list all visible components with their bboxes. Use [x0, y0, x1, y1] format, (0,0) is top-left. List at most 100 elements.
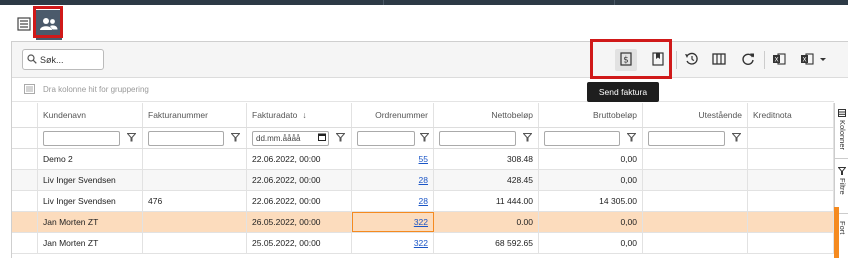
row-spacer [12, 233, 38, 253]
filter-input-fakturanummer[interactable] [148, 130, 224, 146]
column-header-label: Ordrenummer [375, 110, 428, 120]
filter-input-ordrenummer[interactable] [357, 130, 415, 146]
column-header-fakturanummer[interactable]: Fakturanummer [143, 103, 247, 127]
cell-kreditnota [748, 170, 834, 190]
filter-input-kundenavn[interactable] [43, 130, 120, 146]
list-icon [17, 17, 31, 33]
cell-text: 476 [148, 196, 163, 206]
filter-cell [143, 128, 247, 148]
table-row[interactable]: Jan Morten ZT 25.05.2022, 00:00 322 68 592.… [12, 233, 834, 254]
side-tab-divider [835, 158, 848, 159]
filter-icon[interactable] [419, 133, 430, 144]
column-header-kreditnota[interactable]: Kreditnota [748, 103, 834, 127]
cell-brutto: 0,00 [539, 212, 643, 232]
cell-text: Jan Morten ZT [43, 217, 99, 227]
cell-utestaende [643, 233, 748, 253]
cell-kundenavn: Jan Morten ZT [38, 233, 143, 253]
cell-utestaende [643, 170, 748, 190]
filter-cell [352, 128, 434, 148]
cell-netto: 308.48 [434, 149, 539, 169]
cell-brutto: 0,00 [539, 233, 643, 253]
cell-text: 308.48 [507, 154, 533, 164]
filter-input-nettobelop[interactable] [439, 130, 516, 146]
group-drop-zone[interactable]: Dra kolonne hit for gruppering [12, 78, 834, 102]
filter-icon[interactable] [335, 133, 346, 144]
column-header-nettobelop[interactable]: Nettobeløp [434, 103, 539, 127]
side-tab-label: Filtre [838, 178, 847, 195]
cell-fakturadato: 26.05.2022, 00:00 [247, 212, 352, 232]
filter-icon[interactable] [522, 133, 533, 144]
filter-tab-icon [837, 167, 847, 175]
order-number-link[interactable]: 28 [419, 175, 428, 185]
filter-input-bruttobelop[interactable] [544, 130, 620, 146]
table-header-row: Kundenavn Fakturanummer Fakturadato ↓ Or… [12, 103, 834, 128]
column-header-ordrenummer[interactable]: Ordrenummer [352, 103, 434, 127]
filter-cell [643, 128, 748, 148]
table-row[interactable]: Demo 2 22.06.2022, 00:00 55 308.48 0,00 [12, 149, 834, 170]
svg-text:X: X [802, 57, 806, 64]
cell-text: Jan Morten ZT [43, 238, 99, 248]
cell-text: 0,00 [620, 238, 637, 248]
refresh-button[interactable] [737, 49, 759, 71]
filter-icon[interactable] [230, 133, 241, 144]
cell-text: 428.45 [507, 175, 533, 185]
date-filter-placeholder: dd.mm.åååå [256, 133, 301, 143]
table-row[interactable]: Liv Inger Svendsen 476 22.06.2022, 00:00 28… [12, 191, 834, 212]
cell-ordrenummer: 28 [352, 191, 434, 211]
column-header-bruttobelop[interactable]: Bruttobeløp [539, 103, 643, 127]
search-input[interactable]: Søk... [22, 49, 104, 70]
filter-cell [434, 128, 539, 148]
filter-icon[interactable] [626, 133, 637, 144]
cell-fakturadato: 22.06.2022, 00:00 [247, 149, 352, 169]
side-tab-columns[interactable]: Kolonner [837, 109, 848, 150]
filter-icon[interactable] [126, 133, 137, 144]
order-number-link[interactable]: 322 [414, 238, 428, 248]
cell-fakturanummer: 476 [143, 191, 247, 211]
excel-dropdown-icon: X [800, 52, 830, 68]
group-icon [24, 83, 35, 96]
column-header-label: Utestående [698, 110, 742, 120]
vertical-scrollbar[interactable] [834, 207, 839, 258]
grid-toolbar: Søk... $ X X [12, 42, 848, 78]
table-row[interactable]: Liv Inger Svendsen 22.06.2022, 00:00 28 428… [12, 170, 834, 191]
cell-fakturanummer [143, 233, 247, 253]
cell-netto: 428.45 [434, 170, 539, 190]
cell-netto: 11 444.00 [434, 191, 539, 211]
order-number-link[interactable]: 28 [419, 196, 428, 206]
filter-input-utestaende[interactable] [648, 130, 725, 146]
excel-export-menu-button[interactable]: X [798, 49, 832, 71]
calendar-icon[interactable] [318, 133, 326, 143]
table-row[interactable]: Jan Morten ZT 26.05.2022, 00:00 322 0.00 0,0… [12, 212, 834, 233]
cell-kundenavn: Jan Morten ZT [38, 212, 143, 232]
cell-ordrenummer: 55 [352, 149, 434, 169]
cell-fakturadato: 25.05.2022, 00:00 [247, 233, 352, 253]
order-number-link[interactable]: 322 [414, 217, 428, 227]
cell-text: 0,00 [620, 154, 637, 164]
highlight-box [590, 39, 672, 79]
history-button[interactable] [680, 49, 702, 71]
columns-button[interactable] [708, 49, 730, 71]
filter-cell: dd.mm.åååå [247, 128, 352, 148]
cell-text: 0,00 [620, 217, 637, 227]
filter-icon[interactable] [731, 133, 742, 144]
filter-input-fakturadato[interactable]: dd.mm.åååå [252, 130, 329, 146]
cell-fakturanummer [143, 149, 247, 169]
cell-fakturanummer [143, 170, 247, 190]
cell-text: 22.06.2022, 00:00 [252, 154, 321, 164]
cell-kundenavn: Demo 2 [38, 149, 143, 169]
cell-brutto: 0,00 [539, 149, 643, 169]
column-header-utestaende[interactable]: Utestående [643, 103, 748, 127]
cell-text: Demo 2 [43, 154, 73, 164]
order-number-link[interactable]: 55 [419, 154, 428, 164]
column-header-fakturadato[interactable]: Fakturadato ↓ [247, 103, 352, 127]
group-hint-text: Dra kolonne hit for gruppering [43, 85, 149, 94]
columns-tab-icon [838, 109, 847, 117]
toolbar-divider [764, 51, 765, 69]
side-tab-filters[interactable]: Filtre [837, 167, 848, 195]
excel-export-button[interactable]: X [768, 49, 790, 71]
cell-brutto: 0,00 [539, 170, 643, 190]
cell-text: 14 305.00 [599, 196, 637, 206]
column-header-kundenavn[interactable]: Kundenavn [38, 103, 143, 127]
columns-icon [712, 53, 726, 67]
column-header-label: Nettobeløp [491, 110, 533, 120]
